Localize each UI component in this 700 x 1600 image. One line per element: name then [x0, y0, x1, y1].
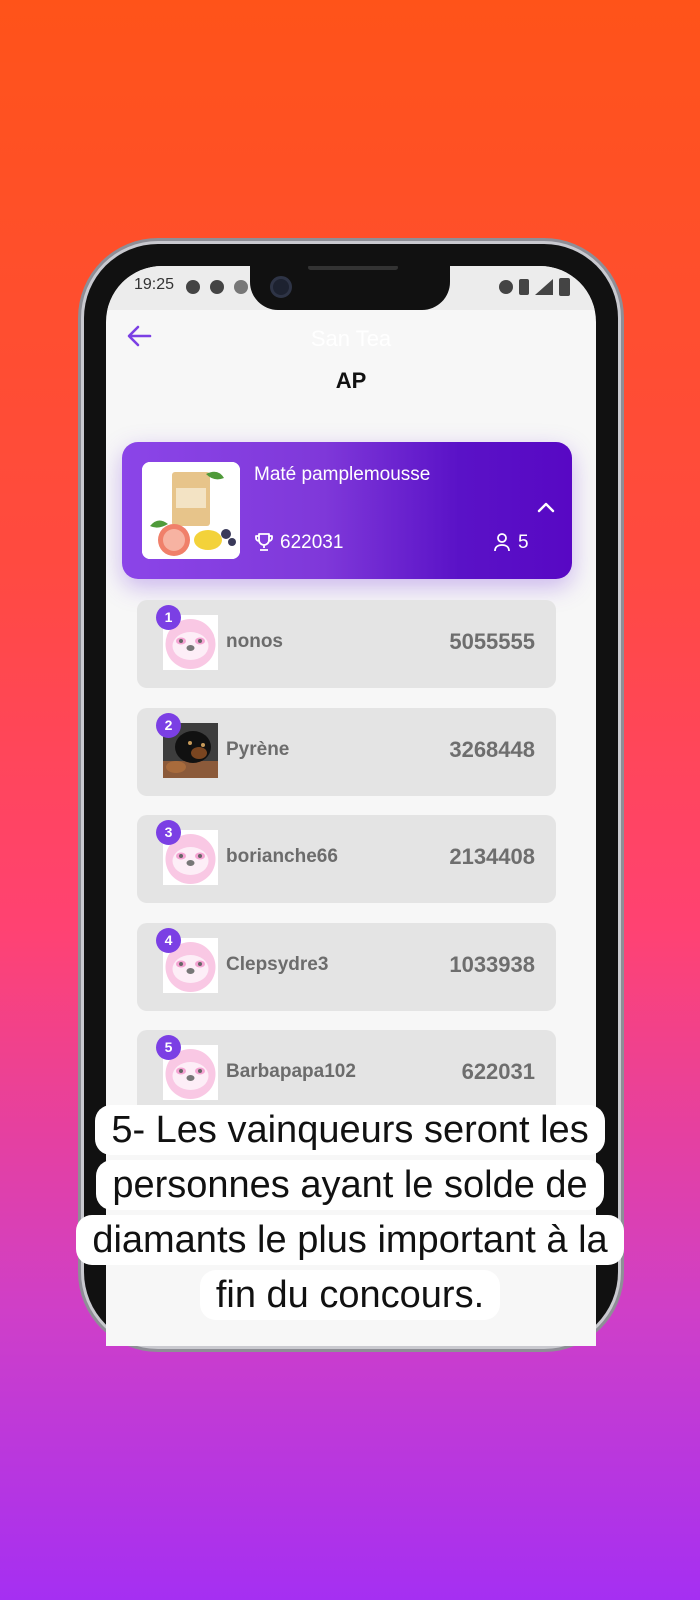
- signal-icon: [535, 279, 553, 295]
- page-title: AP: [335, 368, 367, 393]
- rank-badge: 3: [156, 820, 181, 845]
- app-name: San Tea: [310, 326, 392, 351]
- camera-icon: [270, 276, 292, 298]
- app-icon: [234, 280, 248, 294]
- leaderboard-row[interactable]: 4 Clepsydre3 1033938: [137, 922, 556, 1011]
- caption-overlay: 5- Les vainqueurs seront les personnes a…: [0, 1103, 700, 1323]
- score: 622031: [461, 1059, 535, 1084]
- system-icons: [499, 278, 570, 296]
- leaderboard-row[interactable]: 3 borianche66 2134408: [137, 815, 556, 903]
- rank-badge: 5: [156, 1035, 181, 1060]
- username: borianche66: [226, 846, 338, 867]
- speaker: [308, 266, 398, 270]
- score: 3268448: [449, 736, 535, 762]
- messenger-icon: [186, 280, 200, 294]
- caption-line: fin du concours.: [199, 1270, 501, 1320]
- notch: [250, 266, 450, 310]
- username: Clepsydre3: [226, 953, 329, 975]
- caption-line: personnes ayant le solde de: [96, 1160, 604, 1210]
- battery-icon: [559, 278, 570, 296]
- person-icon: [492, 532, 512, 557]
- hotspot-icon: [499, 280, 513, 294]
- messenger-icon: [210, 280, 224, 294]
- chevron-up-icon[interactable]: [536, 498, 556, 519]
- contest-card[interactable]: Maté pamplemousse 622031 5: [122, 442, 572, 579]
- vibrate-icon: [519, 279, 529, 295]
- leaderboard-row[interactable]: 2 Pyrène 3268448: [137, 707, 556, 796]
- leaderboard-row[interactable]: 1 nonos 5055555: [137, 600, 556, 688]
- product-image: [142, 462, 240, 559]
- product-name: Maté pamplemousse: [254, 464, 431, 485]
- caption-line: 5- Les vainqueurs seront les: [95, 1105, 605, 1155]
- status-time: 19:25: [134, 276, 175, 293]
- score: 1033938: [449, 951, 535, 977]
- username: nonos: [226, 631, 283, 652]
- caption-line: diamants le plus important à la: [76, 1215, 624, 1265]
- trophy-icon: [254, 532, 274, 557]
- score: 2134408: [449, 844, 535, 869]
- score: 5055555: [449, 629, 535, 654]
- rank-badge: 2: [156, 712, 181, 738]
- username: Pyrène: [226, 738, 290, 760]
- participant-count: 5: [518, 532, 529, 553]
- rank-badge: 1: [156, 605, 181, 630]
- prize-value: 622031: [280, 532, 344, 553]
- username: Barbapapa102: [226, 1061, 356, 1082]
- rank-badge: 4: [156, 927, 181, 953]
